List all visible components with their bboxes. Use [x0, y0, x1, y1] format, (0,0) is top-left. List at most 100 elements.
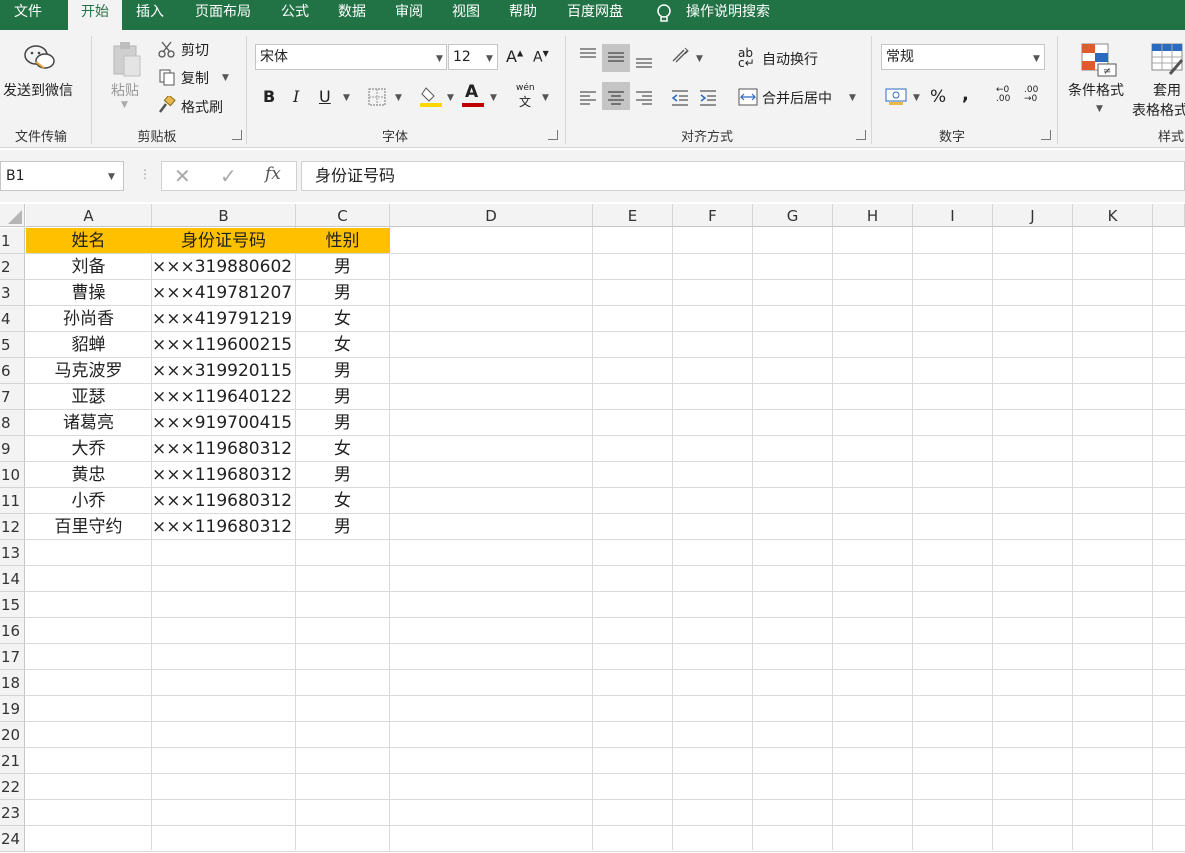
merge-dropdown-icon[interactable]: ▼ — [849, 93, 856, 103]
decrease-indent-icon[interactable] — [670, 88, 690, 108]
align-bottom-icon[interactable] — [634, 50, 654, 70]
formula-bar-grip-icon[interactable]: ⋮ — [139, 167, 151, 181]
increase-decimal-icon[interactable]: ←0.00 — [996, 86, 1010, 104]
row-header-22[interactable]: 22 — [0, 774, 25, 800]
row-header-9[interactable]: 9 — [0, 436, 25, 462]
column-header-overflow[interactable] — [1153, 204, 1185, 227]
cell-id[interactable]: ×××119640122 — [152, 384, 295, 409]
number-format-dropdown-icon[interactable]: ▼ — [1033, 54, 1040, 64]
row-header-17[interactable]: 17 — [0, 644, 25, 670]
cell-gender[interactable]: 女 — [296, 436, 389, 461]
row-header-20[interactable]: 20 — [0, 722, 25, 748]
cut-button[interactable]: 剪切 — [181, 40, 209, 60]
orientation-icon[interactable] — [670, 46, 692, 66]
cell-gender[interactable]: 男 — [296, 384, 389, 409]
cell-id[interactable]: ×××119680312 — [152, 436, 295, 461]
font-color-dropdown-icon[interactable]: ▼ — [490, 93, 497, 103]
cell-id[interactable]: ×××419781207 — [152, 280, 295, 305]
align-center-icon[interactable] — [606, 88, 626, 108]
border-dropdown-icon[interactable]: ▼ — [395, 93, 402, 103]
font-launcher-icon[interactable] — [548, 130, 558, 140]
row-header-14[interactable]: 14 — [0, 566, 25, 592]
phonetic-dropdown-icon[interactable]: ▼ — [542, 93, 549, 103]
format-painter-button[interactable]: 格式刷 — [181, 97, 223, 117]
insert-function-icon[interactable]: fx — [265, 164, 281, 184]
tab-review[interactable]: 审阅 — [384, 0, 434, 30]
font-name-dropdown-icon[interactable]: ▼ — [436, 54, 443, 64]
cell-name[interactable]: 百里守约 — [26, 514, 151, 539]
column-header-f[interactable]: F — [673, 204, 753, 227]
paste-dropdown-icon[interactable]: ▼ — [121, 100, 128, 110]
row-header-5[interactable]: 5 — [0, 332, 25, 358]
column-header-b[interactable]: B — [152, 204, 296, 227]
row-header-13[interactable]: 13 — [0, 540, 25, 566]
tab-baidu-netdisk[interactable]: 百度网盘 — [556, 0, 634, 30]
copy-dropdown-icon[interactable]: ▼ — [222, 73, 229, 83]
cell-id[interactable]: ×××319920115 — [152, 358, 295, 383]
cell-gender[interactable]: 男 — [296, 514, 389, 539]
cell-gender[interactable]: 男 — [296, 462, 389, 487]
tab-view[interactable]: 视图 — [441, 0, 491, 30]
cell-gender[interactable]: 女 — [296, 332, 389, 357]
tab-insert[interactable]: 插入 — [126, 0, 174, 30]
cell-name[interactable]: 貂蝉 — [26, 332, 151, 357]
row-header-1[interactable]: 1 — [0, 228, 25, 254]
row-header-2[interactable]: 2 — [0, 254, 25, 280]
column-header-j[interactable]: J — [993, 204, 1073, 227]
row-header-19[interactable]: 19 — [0, 696, 25, 722]
column-header-h[interactable]: H — [833, 204, 913, 227]
cell-gender[interactable]: 男 — [296, 254, 389, 279]
align-middle-icon[interactable] — [606, 48, 626, 68]
comma-style-button[interactable]: , — [962, 84, 969, 105]
cell-id[interactable]: ×××119600215 — [152, 332, 295, 357]
name-box-dropdown-icon[interactable]: ▼ — [108, 172, 115, 182]
conditional-formatting-dropdown-icon[interactable]: ▼ — [1096, 104, 1103, 114]
row-header-12[interactable]: 12 — [0, 514, 25, 540]
italic-button[interactable]: I — [293, 87, 299, 106]
cell-id[interactable]: ×××119680312 — [152, 488, 295, 513]
row-header-10[interactable]: 10 — [0, 462, 25, 488]
alignment-launcher-icon[interactable] — [856, 130, 866, 140]
bold-button[interactable]: B — [263, 87, 275, 106]
cell-id[interactable]: ×××919700415 — [152, 410, 295, 435]
row-header-18[interactable]: 18 — [0, 670, 25, 696]
accounting-format-icon[interactable] — [884, 87, 908, 107]
row-header-24[interactable]: 24 — [0, 826, 25, 852]
cell-id[interactable]: ×××119680312 — [152, 462, 295, 487]
orientation-dropdown-icon[interactable]: ▼ — [696, 54, 703, 64]
align-right-icon[interactable] — [634, 88, 654, 108]
align-top-icon[interactable] — [578, 46, 598, 66]
underline-dropdown-icon[interactable]: ▼ — [343, 93, 350, 103]
column-header-d[interactable]: D — [390, 204, 593, 227]
column-header-i[interactable]: I — [913, 204, 993, 227]
enter-icon[interactable]: ✓ — [220, 164, 237, 188]
paste-button[interactable]: 粘贴 — [111, 80, 139, 100]
cell-gender[interactable]: 男 — [296, 358, 389, 383]
cell-gender[interactable]: 男 — [296, 280, 389, 305]
row-header-7[interactable]: 7 — [0, 384, 25, 410]
cancel-icon[interactable]: ✕ — [174, 164, 191, 188]
column-header-k[interactable]: K — [1073, 204, 1153, 227]
underline-button[interactable]: U — [319, 87, 331, 106]
cell-name[interactable]: 刘备 — [26, 254, 151, 279]
tab-file[interactable]: 文件 — [0, 0, 56, 30]
font-size-dropdown-icon[interactable]: ▼ — [486, 54, 493, 64]
conditional-formatting-button[interactable]: 条件格式 — [1068, 80, 1124, 100]
row-header-16[interactable]: 16 — [0, 618, 25, 644]
align-left-icon[interactable] — [578, 88, 598, 108]
send-to-wechat-button[interactable]: 发送到微信 — [3, 80, 73, 100]
cell-id[interactable]: ×××419791219 — [152, 306, 295, 331]
cell-gender[interactable]: 男 — [296, 410, 389, 435]
tab-formulas[interactable]: 公式 — [270, 0, 320, 30]
column-header-e[interactable]: E — [593, 204, 673, 227]
phonetic-guide-icon[interactable]: wén — [516, 83, 535, 93]
wrap-text-button[interactable]: 自动换行 — [762, 49, 818, 69]
merge-center-button[interactable]: 合并后居中 — [762, 88, 832, 108]
number-launcher-icon[interactable] — [1041, 130, 1051, 140]
increase-indent-icon[interactable] — [698, 88, 718, 108]
number-format-select[interactable]: 常规 — [881, 44, 1045, 70]
font-color-icon[interactable]: A — [465, 82, 478, 102]
border-icon[interactable] — [368, 88, 386, 106]
cell-name[interactable]: 诸葛亮 — [26, 410, 151, 435]
cell-gender[interactable]: 女 — [296, 488, 389, 513]
